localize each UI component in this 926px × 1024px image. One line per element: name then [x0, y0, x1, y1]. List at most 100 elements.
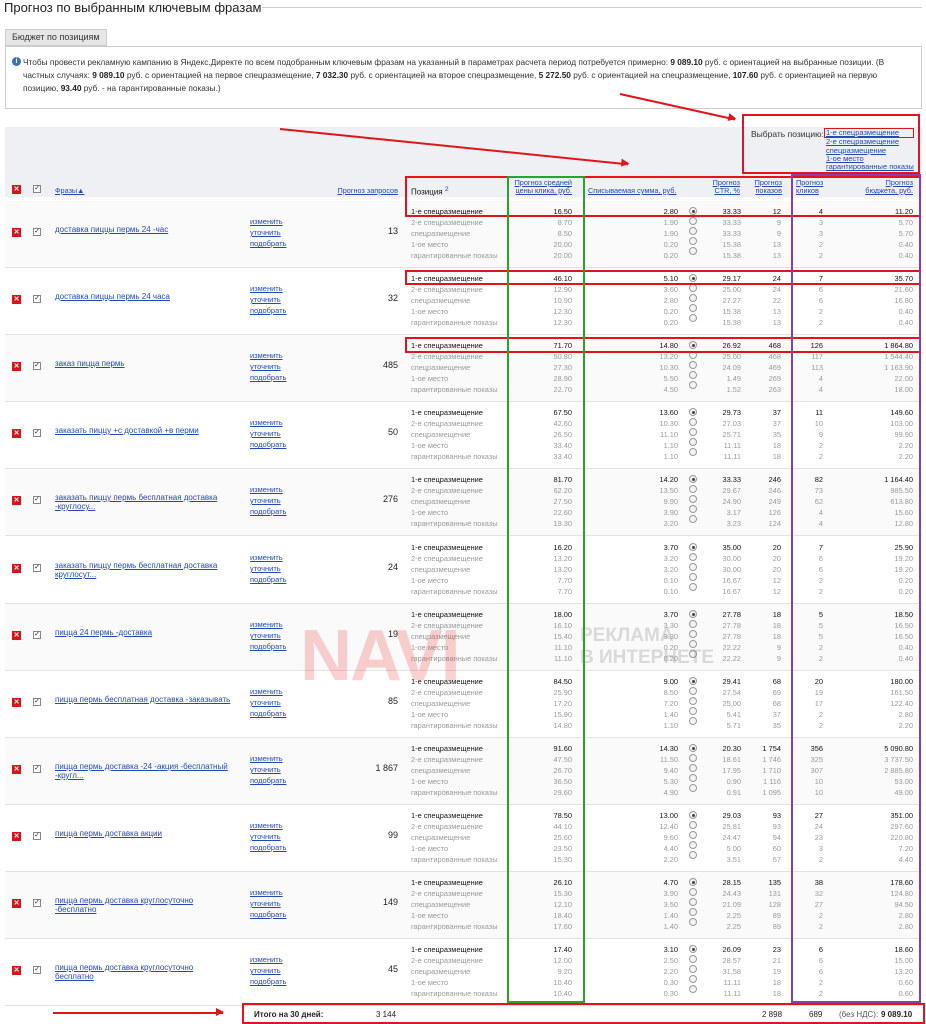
edit-link[interactable]: изменить [250, 417, 286, 428]
refine-link[interactable]: уточнить [250, 428, 286, 439]
position-radio[interactable] [689, 744, 697, 752]
position-radio[interactable] [689, 381, 697, 389]
position-radio[interactable] [689, 677, 697, 685]
refine-link[interactable]: уточнить [250, 831, 286, 842]
delete-icon[interactable]: ✕ [12, 496, 21, 505]
position-radio[interactable] [689, 955, 697, 963]
position-radio[interactable] [689, 371, 697, 379]
position-radio[interactable] [689, 563, 697, 571]
position-radio[interactable] [689, 448, 697, 456]
row-checkbox[interactable]: ✓ [33, 362, 41, 370]
edit-link[interactable]: изменить [250, 820, 286, 831]
row-checkbox[interactable]: ✓ [33, 295, 41, 303]
delete-icon[interactable]: ✕ [12, 966, 21, 975]
pick-link[interactable]: подобрать [250, 641, 286, 652]
position-radio[interactable] [689, 774, 697, 782]
edit-link[interactable]: изменить [250, 887, 286, 898]
position-radio[interactable] [689, 495, 697, 503]
position-radio[interactable] [689, 314, 697, 322]
position-radio[interactable] [689, 284, 697, 292]
position-radio[interactable] [689, 485, 697, 493]
pick-link[interactable]: подобрать [250, 909, 286, 920]
row-checkbox[interactable]: ✓ [33, 698, 41, 706]
phrase-link[interactable]: пицца пермь доставка -24 -акция -бесплат… [55, 762, 233, 780]
position-radio[interactable] [689, 217, 697, 225]
delete-icon[interactable]: ✕ [12, 631, 21, 640]
position-radio[interactable] [689, 408, 697, 416]
position-radio[interactable] [689, 975, 697, 983]
refine-link[interactable]: уточнить [250, 898, 286, 909]
position-radio[interactable] [689, 851, 697, 859]
position-radio[interactable] [689, 361, 697, 369]
select-all-checkbox[interactable]: ✓ [33, 185, 41, 193]
position-radio[interactable] [689, 438, 697, 446]
row-checkbox[interactable]: ✓ [33, 765, 41, 773]
pick-link[interactable]: подобрать [250, 439, 286, 450]
row-checkbox[interactable]: ✓ [33, 966, 41, 974]
delete-icon[interactable]: ✕ [12, 698, 21, 707]
position-radio[interactable] [689, 918, 697, 926]
phrase-link[interactable]: заказать пиццу пермь бесплатная доставка… [55, 493, 233, 511]
edit-link[interactable]: изменить [250, 686, 286, 697]
position-radio[interactable] [689, 227, 697, 235]
position-radio[interactable] [689, 237, 697, 245]
position-radio[interactable] [689, 418, 697, 426]
position-radio[interactable] [689, 294, 697, 302]
position-radio[interactable] [689, 878, 697, 886]
pick-link[interactable]: подобрать [250, 574, 286, 585]
row-checkbox[interactable]: ✓ [33, 631, 41, 639]
edit-link[interactable]: изменить [250, 954, 286, 965]
phrase-link[interactable]: заказать пиццу +с доставкой +в перми [55, 426, 233, 435]
row-checkbox[interactable]: ✓ [33, 496, 41, 504]
edit-link[interactable]: изменить [250, 484, 286, 495]
col-phrases[interactable]: Фразы▲ [55, 187, 84, 195]
position-radio[interactable] [689, 821, 697, 829]
phrase-link[interactable]: пицца 24 пермь -доставка [55, 628, 233, 637]
pick-link[interactable]: подобрать [250, 842, 286, 853]
position-radio[interactable] [689, 784, 697, 792]
position-radio[interactable] [689, 754, 697, 762]
delete-icon[interactable]: ✕ [12, 362, 21, 371]
delete-icon[interactable]: ✕ [12, 832, 21, 841]
position-radio[interactable] [689, 985, 697, 993]
refine-link[interactable]: уточнить [250, 630, 286, 641]
position-radio[interactable] [689, 583, 697, 591]
delete-icon[interactable]: ✕ [12, 429, 21, 438]
col-requests[interactable]: Прогноз запросов [326, 187, 398, 195]
phrase-link[interactable]: пицца пермь доставка круглосуточно беспл… [55, 963, 233, 981]
position-radio[interactable] [689, 553, 697, 561]
refine-link[interactable]: уточнить [250, 697, 286, 708]
position-radio[interactable] [689, 304, 697, 312]
pick-link[interactable]: подобрать [250, 372, 286, 383]
tab-budget-positions[interactable]: Бюджет по позициям [5, 29, 107, 46]
phrase-link[interactable]: заказ пицца пермь [55, 359, 233, 368]
edit-link[interactable]: изменить [250, 552, 286, 563]
refine-link[interactable]: уточнить [250, 227, 286, 238]
position-radio[interactable] [689, 811, 697, 819]
position-radio[interactable] [689, 428, 697, 436]
position-radio[interactable] [689, 898, 697, 906]
position-radio[interactable] [689, 573, 697, 581]
pick-link[interactable]: подобрать [250, 305, 286, 316]
position-radio[interactable] [689, 717, 697, 725]
phrase-link[interactable]: доставка пиццы пермь 24 часа [55, 292, 233, 301]
row-checkbox[interactable]: ✓ [33, 429, 41, 437]
edit-link[interactable]: изменить [250, 283, 286, 294]
edit-link[interactable]: изменить [250, 216, 286, 227]
refine-link[interactable]: уточнить [250, 495, 286, 506]
refine-link[interactable]: уточнить [250, 294, 286, 305]
refine-link[interactable]: уточнить [250, 764, 286, 775]
pick-link[interactable]: подобрать [250, 506, 286, 517]
edit-link[interactable]: изменить [250, 350, 286, 361]
phrase-link[interactable]: заказать пиццу пермь бесплатная доставка… [55, 561, 233, 579]
position-radio[interactable] [689, 687, 697, 695]
pick-link[interactable]: подобрать [250, 238, 286, 249]
position-radio[interactable] [689, 841, 697, 849]
phrase-link[interactable]: пицца пермь доставка круглосуточно -бесп… [55, 896, 233, 914]
position-radio[interactable] [689, 831, 697, 839]
refine-link[interactable]: уточнить [250, 965, 286, 976]
position-radio[interactable] [689, 505, 697, 513]
phrase-link[interactable]: пицца пермь доставка акции [55, 829, 233, 838]
pick-link[interactable]: подобрать [250, 708, 286, 719]
delete-icon[interactable]: ✕ [12, 899, 21, 908]
